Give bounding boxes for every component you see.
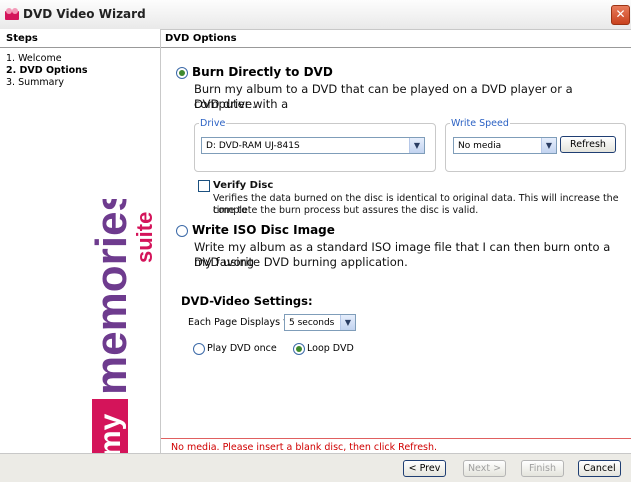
loop-dvd-label[interactable]: Loop DVD (307, 343, 354, 354)
page-display-select[interactable]: 5 seconds ▼ (284, 314, 356, 331)
write-iso-radio[interactable] (176, 225, 188, 237)
burn-direct-desc-1: Burn my album to a DVD that can be playe… (194, 82, 573, 111)
window-title: DVD Video Wizard (23, 7, 146, 21)
error-divider (161, 438, 631, 439)
write-iso-title[interactable]: Write ISO Disc Image (192, 223, 335, 237)
write-speed-legend: Write Speed (451, 118, 509, 129)
burn-direct-radio[interactable] (176, 67, 188, 79)
page-display-label: Each Page Displays for: (188, 317, 300, 328)
drive-legend: Drive (200, 118, 226, 129)
chevron-down-icon[interactable]: ▼ (541, 138, 556, 153)
drive-select[interactable]: D: DVD-RAM UJ-841S ▼ (201, 137, 425, 154)
wizard-footer: < Prev Next > Finish Cancel (0, 453, 631, 482)
step-summary: 3. Summary (6, 77, 64, 88)
close-icon: ✕ (615, 7, 626, 21)
logo-prefix: my (94, 413, 127, 453)
error-message: No media. Please insert a blank disc, th… (171, 442, 438, 453)
verify-disc-desc-2: complete the burn process but assures th… (213, 205, 479, 216)
write-iso-desc-2: my favorite DVD burning application. (194, 255, 408, 269)
burn-direct-desc-2: DVD drive. (194, 97, 256, 111)
play-once-label[interactable]: Play DVD once (207, 343, 277, 354)
verify-disc-checkbox[interactable] (198, 180, 210, 192)
write-speed-value: No media (458, 141, 502, 151)
logo-word: memories (87, 199, 136, 395)
loop-dvd-radio[interactable] (293, 343, 305, 355)
play-once-radio[interactable] (193, 343, 205, 355)
cancel-button[interactable]: Cancel (578, 460, 621, 477)
verify-disc-title[interactable]: Verify Disc (213, 180, 273, 192)
finish-button[interactable]: Finish (521, 460, 564, 477)
step-dvd-options: 2. DVD Options (6, 65, 88, 76)
main-header: DVD Options (161, 29, 631, 48)
write-speed-select[interactable]: No media ▼ (453, 137, 557, 154)
burn-direct-title[interactable]: Burn Directly to DVD (192, 65, 333, 79)
steps-pane: Steps 1. Welcome 2. DVD Options 3. Summa… (0, 29, 161, 453)
main-pane: DVD Options Burn Directly to DVD Burn my… (161, 29, 631, 453)
chevron-down-icon[interactable]: ▼ (409, 138, 424, 153)
next-button[interactable]: Next > (463, 460, 506, 477)
title-bar: DVD Video Wizard ✕ (0, 0, 631, 30)
refresh-button[interactable]: Refresh (560, 136, 616, 153)
steps-list: 1. Welcome 2. DVD Options 3. Summary (0, 53, 160, 89)
drive-select-value: D: DVD-RAM UJ-841S (206, 141, 300, 151)
app-icon (5, 8, 19, 20)
step-welcome: 1. Welcome (6, 53, 62, 64)
chevron-down-icon[interactable]: ▼ (340, 315, 355, 330)
dvd-video-settings-title: DVD-Video Settings: (181, 294, 313, 308)
logo-suffix: suite (132, 212, 157, 263)
close-button[interactable]: ✕ (611, 5, 630, 25)
steps-header: Steps (0, 29, 160, 48)
page-display-value: 5 seconds (289, 318, 335, 328)
mymemories-suite-logo: my memories suite (87, 199, 157, 453)
prev-button[interactable]: < Prev (403, 460, 446, 477)
